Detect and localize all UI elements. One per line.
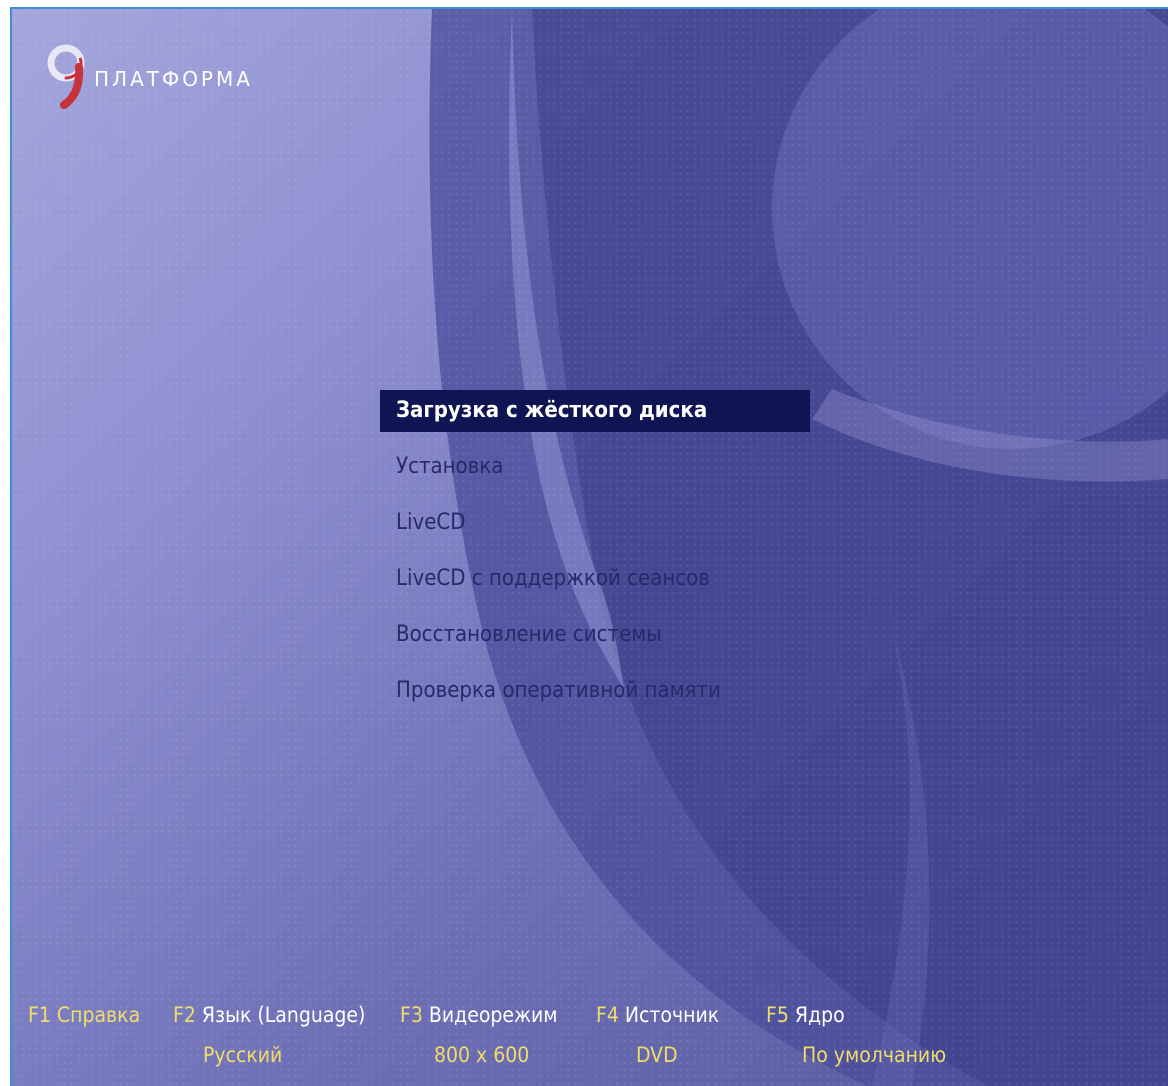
menu-item-livecd-sessions[interactable]: LiveCD с поддержкой сеансов: [380, 558, 810, 600]
boot-screen: ПЛАТФОРМА Загрузка с жёсткого диска Уста…: [10, 7, 1168, 1086]
boot-menu: Загрузка с жёсткого диска Установка Live…: [380, 390, 810, 726]
menu-item-hard-disk-boot[interactable]: Загрузка с жёсткого диска: [380, 390, 810, 432]
fkey-label: Справка: [56, 1003, 141, 1027]
fkey-key: F3: [400, 1003, 423, 1027]
fkey-key: F2: [173, 1003, 196, 1027]
function-key-bar: F1 Справка F2 Язык (Language) Русский F3…: [28, 1003, 1158, 1083]
fkey-video-mode[interactable]: F3 Видеорежим 800 x 600: [400, 1003, 558, 1067]
fkey-key: F1: [28, 1003, 51, 1027]
platforma-logo: ПЛАТФОРМА: [46, 43, 253, 109]
fkey-source[interactable]: F4 Источник DVD: [596, 1003, 720, 1067]
fkey-label: Видеорежим: [428, 1003, 558, 1027]
menu-item-system-recovery[interactable]: Восстановление системы: [380, 614, 810, 656]
fkey-label: Язык (Language): [201, 1003, 366, 1027]
fkey-help[interactable]: F1 Справка: [28, 1003, 140, 1027]
fkey-value: 800 x 600: [434, 1043, 530, 1067]
fkey-language[interactable]: F2 Язык (Language) Русский: [173, 1003, 366, 1067]
fkey-value: По умолчанию: [802, 1043, 947, 1067]
fkey-value: Русский: [203, 1043, 283, 1067]
fkey-key: F4: [596, 1003, 619, 1027]
menu-item-install[interactable]: Установка: [380, 446, 810, 488]
logo-text: ПЛАТФОРМА: [94, 67, 253, 91]
fkey-key: F5: [766, 1003, 789, 1027]
fkey-kernel[interactable]: F5 Ядро По умолчанию: [766, 1003, 946, 1067]
fkey-label: Источник: [624, 1003, 720, 1027]
logo-nine-icon: [47, 44, 85, 109]
fkey-label: Ядро: [794, 1003, 845, 1027]
fkey-value: DVD: [636, 1043, 678, 1067]
menu-item-livecd[interactable]: LiveCD: [380, 502, 810, 544]
menu-item-memory-test[interactable]: Проверка оперативной памяти: [380, 670, 810, 712]
